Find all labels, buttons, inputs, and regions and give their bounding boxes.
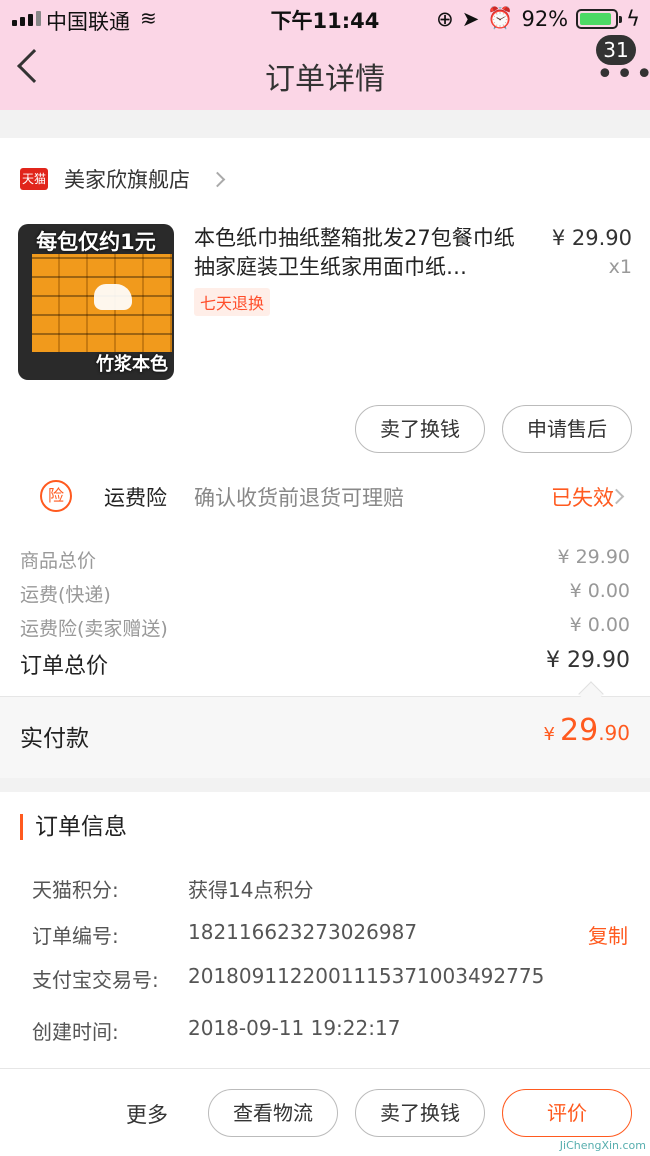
product-name[interactable]: 本色纸巾抽纸整箱批发27包餐巾纸抽家庭装卫生纸家用面巾纸… — [194, 224, 526, 282]
status-bar: 中国联通 ≋ 下午11:44 ⊕ ➤ ⏰ 92% ϟ — [0, 0, 650, 36]
order-total-row: 订单总价 ¥ 29.90 — [20, 648, 630, 680]
product-image[interactable]: 每包仅约1元 竹浆本色 — [18, 224, 174, 380]
return-policy-tag: 七天退换 — [194, 288, 271, 316]
info-value: 获得14点积分 — [188, 878, 314, 902]
shop-name: 美家欣旗舰店 — [64, 168, 190, 192]
tissue-graphic — [94, 284, 132, 310]
bottom-action-bar: 更多 查看物流 卖了换钱 评价 JiChengXin.com — [0, 1068, 650, 1156]
info-label: 天猫积分: — [32, 878, 119, 902]
charging-icon: ϟ — [626, 6, 640, 31]
product-quantity: x1 — [608, 256, 632, 278]
info-label: 支付宝交易号: — [32, 968, 159, 992]
more-button[interactable]: 更多 — [126, 1099, 168, 1129]
insurance-name: 运费险 — [104, 486, 167, 510]
order-total-value: ¥ 29.90 — [546, 648, 630, 673]
summary-row: 商品总价 ¥ 29.90 — [20, 546, 630, 573]
order-total-label: 订单总价 — [20, 654, 109, 679]
sell-for-cash-button[interactable]: 卖了换钱 — [355, 1089, 485, 1137]
insurance-status: 已失效 — [551, 486, 614, 510]
insurance-icon: 险 — [40, 480, 72, 512]
paid-amount-row: 实付款 ¥ 29.90 — [0, 696, 650, 778]
after-sale-button[interactable]: 申请售后 — [502, 405, 632, 453]
status-right: ⊕ ➤ ⏰ 92% ϟ — [436, 6, 640, 31]
order-number: 182116623273026987 — [188, 920, 418, 944]
summary-row: 运费(快递) ¥ 0.00 — [20, 580, 630, 607]
image-headline: 每包仅约1元 — [36, 230, 156, 254]
copy-button[interactable]: 复制 — [588, 920, 628, 949]
chevron-right-icon — [209, 171, 226, 187]
more-menu-icon[interactable]: ••• — [596, 60, 650, 90]
paid-decimal: .90 — [598, 721, 630, 745]
sell-for-cash-button[interactable]: 卖了换钱 — [355, 405, 485, 453]
section-title: 订单信息 — [20, 814, 127, 840]
paid-integer: 29 — [560, 713, 599, 748]
summary-value: ¥ 29.90 — [557, 546, 630, 568]
insurance-description: 确认收货前退货可理赔 — [194, 486, 404, 510]
summary-value: ¥ 0.00 — [569, 614, 630, 636]
summary-row: 运费险(卖家赠送) ¥ 0.00 — [20, 614, 630, 641]
info-label: 订单编号: — [32, 924, 119, 948]
alarm-icon: ⏰ — [487, 6, 514, 30]
location-icon: ➤ — [461, 6, 480, 31]
evaluate-button[interactable]: 评价 — [502, 1089, 632, 1137]
shop-link[interactable]: 天猫 美家欣旗舰店 — [20, 164, 226, 194]
summary-label: 运费(快递) — [20, 584, 111, 606]
summary-value: ¥ 0.00 — [569, 580, 630, 602]
paid-amount: ¥ 29.90 — [543, 713, 630, 748]
summary-label: 商品总价 — [20, 550, 97, 572]
summary-label: 运费险(卖家赠送) — [20, 618, 168, 640]
header: 中国联通 ≋ 下午11:44 ⊕ ➤ ⏰ 92% ϟ 订单详情 31 ••• — [0, 0, 650, 110]
info-label: 创建时间: — [32, 1020, 119, 1044]
order-item-panel: 天猫 美家欣旗舰店 每包仅约1元 竹浆本色 本色纸巾抽纸整箱批发27包餐巾纸抽家… — [0, 138, 650, 778]
tmall-logo: 天猫 — [20, 168, 48, 190]
image-caption: 竹浆本色 — [96, 354, 168, 375]
paid-label: 实付款 — [20, 726, 89, 752]
battery-percent: 92% — [521, 6, 569, 31]
paid-currency: ¥ — [543, 724, 555, 745]
page-title: 订单详情 — [265, 62, 385, 97]
lock-rotation-icon: ⊕ — [436, 6, 454, 31]
watermark: JiChengXin.com — [559, 1139, 646, 1152]
product-price: ¥ 29.90 — [551, 226, 632, 250]
info-value: 2018091122001115371003492775 — [188, 964, 545, 988]
battery-icon — [576, 8, 623, 29]
view-logistics-button[interactable]: 查看物流 — [208, 1089, 338, 1137]
info-value: 2018-09-11 19:22:17 — [188, 1016, 401, 1040]
